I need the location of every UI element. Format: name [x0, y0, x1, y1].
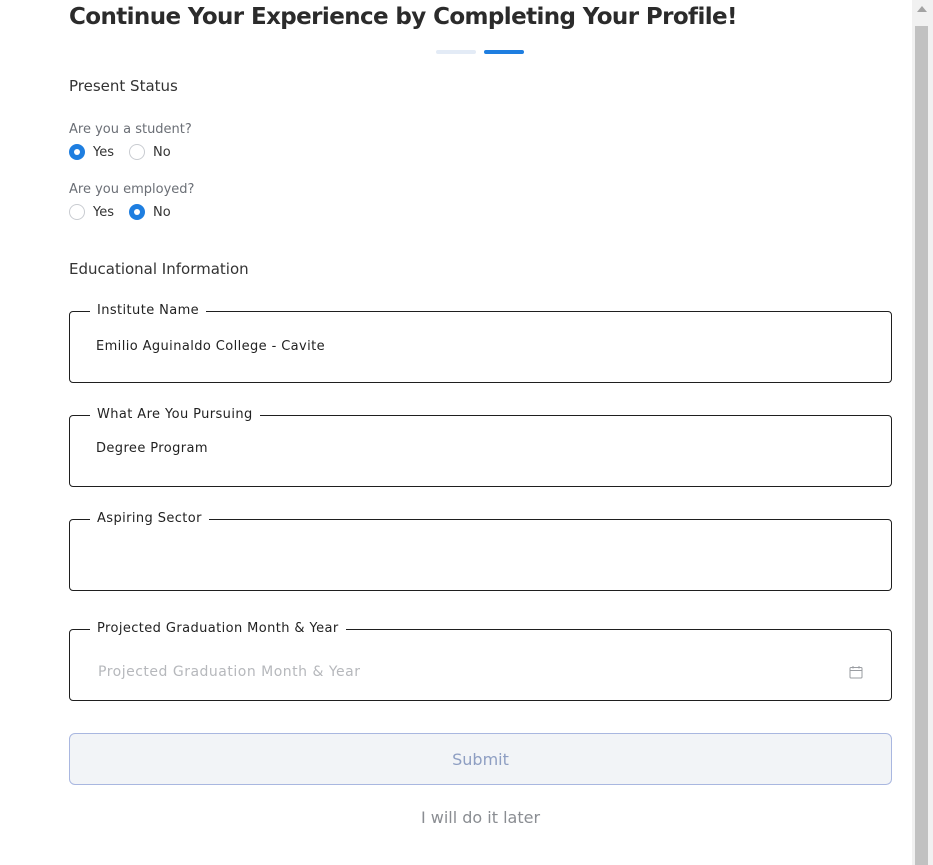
- aspiring-sector-field[interactable]: Aspiring Sector: [69, 511, 892, 591]
- pursuing-value[interactable]: Degree Program: [96, 441, 208, 456]
- student-yes-radio[interactable]: Yes: [69, 144, 114, 160]
- employed-no-label: No: [153, 204, 171, 220]
- page-title: Continue Your Experience by Completing Y…: [69, 4, 738, 30]
- present-status-heading: Present Status: [69, 77, 178, 95]
- graduation-date-placeholder[interactable]: Projected Graduation Month & Year: [98, 664, 360, 680]
- scroll-up-arrow-icon[interactable]: [917, 6, 927, 12]
- student-no-radio[interactable]: No: [129, 144, 171, 160]
- progress-step-1: [436, 50, 476, 54]
- graduation-date-field[interactable]: Projected Graduation Month & Year Projec…: [69, 621, 892, 701]
- radio-unchecked-icon[interactable]: [129, 144, 145, 160]
- employed-no-radio[interactable]: No: [129, 204, 171, 220]
- radio-checked-icon[interactable]: [69, 144, 85, 160]
- educational-info-heading: Educational Information: [69, 260, 249, 278]
- graduation-date-label: Projected Graduation Month & Year: [90, 621, 346, 636]
- student-question-label: Are you a student?: [69, 122, 192, 137]
- institute-name-field[interactable]: Institute Name Emilio Aguinaldo College …: [69, 303, 892, 383]
- aspiring-sector-label: Aspiring Sector: [90, 511, 209, 526]
- calendar-icon[interactable]: [849, 665, 863, 679]
- student-no-label: No: [153, 144, 171, 160]
- institute-name-value[interactable]: Emilio Aguinaldo College - Cavite: [96, 339, 325, 354]
- progress-step-2-active: [484, 50, 524, 54]
- submit-button[interactable]: Submit: [69, 733, 892, 785]
- employed-yes-label: Yes: [93, 204, 114, 220]
- radio-unchecked-icon[interactable]: [69, 204, 85, 220]
- vertical-scrollbar[interactable]: [912, 0, 933, 865]
- student-yes-label: Yes: [93, 144, 114, 160]
- pursuing-label: What Are You Pursuing: [90, 407, 260, 422]
- pursuing-field[interactable]: What Are You Pursuing Degree Program: [69, 407, 892, 487]
- institute-name-label: Institute Name: [90, 303, 207, 318]
- scrollbar-thumb[interactable]: [915, 26, 928, 865]
- do-it-later-link[interactable]: I will do it later: [0, 808, 933, 827]
- radio-checked-icon[interactable]: [129, 204, 145, 220]
- employed-question-label: Are you employed?: [69, 182, 195, 197]
- employed-yes-radio[interactable]: Yes: [69, 204, 114, 220]
